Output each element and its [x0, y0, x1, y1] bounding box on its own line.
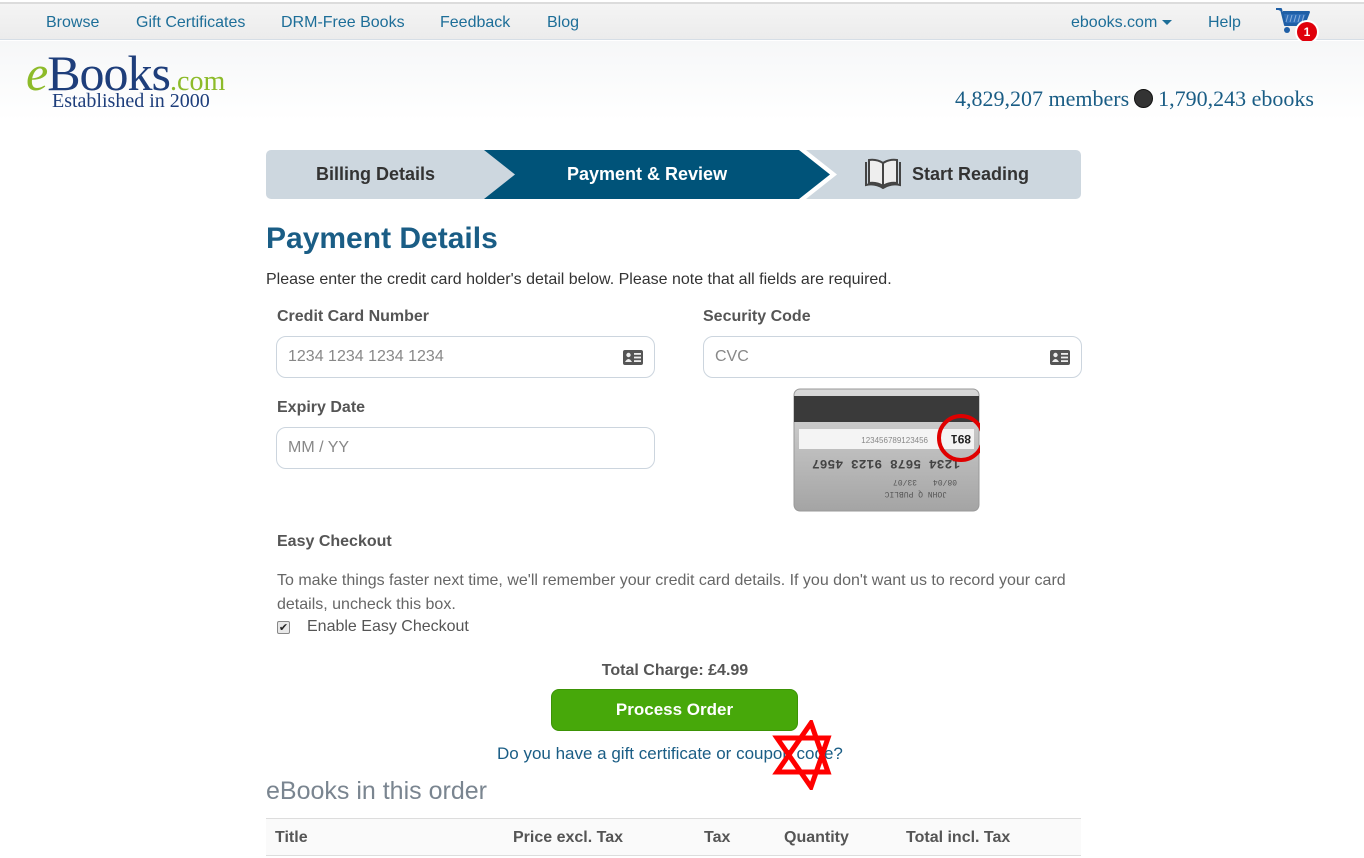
step-billing-label: Billing Details [316, 164, 436, 184]
book-open-icon [865, 158, 901, 190]
step-payment-label: Payment & Review [567, 164, 728, 184]
caret-down-icon [1162, 20, 1173, 26]
nav-feedback[interactable]: Feedback [440, 14, 510, 32]
total-charge: Total Charge: £4.99 [601, 662, 749, 679]
security-code-label: Security Code [703, 308, 811, 325]
members-count: 4,829,207 members [955, 86, 1130, 111]
nav-browse[interactable]: Browse [46, 14, 99, 32]
column-price-excl-tax: Price excl. Tax [513, 829, 623, 846]
column-tax: Tax [704, 829, 731, 846]
site-selector-dropdown[interactable]: ebooks.com [1071, 14, 1173, 32]
page-title: Payment Details [266, 222, 498, 255]
embossed-valid: 33/07 [893, 477, 917, 486]
embossed-expiry: 08/04 [933, 477, 957, 486]
embossed-name: JOHN Q PUBLIC [884, 489, 947, 498]
nav-gift-certificates[interactable]: Gift Certificates [136, 14, 245, 32]
security-code-field[interactable] [703, 336, 1082, 378]
easy-checkout-checkbox[interactable]: ✔ [277, 620, 290, 634]
card-number-label: Credit Card Number [277, 308, 430, 325]
column-title: Title [275, 829, 308, 846]
id-card-icon [1050, 350, 1070, 365]
card-number-field[interactable] [276, 336, 655, 378]
ebooks-logo[interactable]: eBooks.com Established in 2000 [26, 45, 246, 115]
step-start-reading-label: Start Reading [912, 164, 1030, 184]
site-stats: 4,829,207 members 1,790,243 ebooks [955, 86, 1314, 112]
expiry-date-label: Expiry Date [277, 399, 366, 416]
expiry-date-input[interactable] [288, 439, 643, 457]
cart-count-badge: 1 [1297, 22, 1317, 42]
site-selector-label: ebooks.com [1071, 14, 1158, 31]
column-total-incl-tax: Total incl. Tax [906, 829, 1011, 846]
easy-checkout-option[interactable]: ✔ Enable Easy Checkout [277, 618, 469, 636]
process-order-button[interactable]: Process Order [551, 689, 798, 731]
column-quantity: Quantity [784, 829, 849, 846]
security-code-input[interactable] [715, 348, 1070, 366]
order-table-header: Title Price excl. Tax Tax Quantity Total… [266, 818, 1081, 856]
card-number-input[interactable] [288, 348, 643, 366]
nav-drm-free-books[interactable]: DRM-Free Books [281, 14, 405, 32]
id-card-icon [623, 350, 643, 365]
nav-blog[interactable]: Blog [547, 14, 579, 32]
nav-help[interactable]: Help [1208, 14, 1241, 32]
checkout-steps: Billing Details Payment & Review Start R… [266, 150, 1081, 199]
expiry-date-field[interactable] [276, 427, 655, 469]
easy-checkout-title: Easy Checkout [277, 533, 392, 550]
easy-checkout-checkbox-label: Enable Easy Checkout [307, 618, 469, 635]
easy-checkout-text: To make things faster next time, we'll r… [277, 572, 1066, 613]
logo-tagline: Established in 2000 [52, 90, 210, 112]
embossed-card-number: 1234 5678 9123 4567 [812, 456, 960, 471]
top-nav-bar: Browse Gift Certificates DRM-Free Books … [0, 2, 1364, 40]
order-section-title: eBooks in this order [266, 777, 487, 805]
cvc-location-illustration: 123456789123456 891 1234 5678 9123 4567 … [793, 388, 980, 512]
ebooks-count: 1,790,243 ebooks [1158, 86, 1314, 111]
payment-intro-text: Please enter the credit card holder's de… [266, 271, 892, 288]
separator-dot-icon [1134, 89, 1154, 108]
cvc-digits: 891 [951, 432, 971, 446]
cart-button[interactable]: 1 [1275, 6, 1317, 42]
coupon-code-link[interactable]: Do you have a gift certificate or coupon… [497, 744, 843, 764]
signature-digits: 123456789123456 [861, 436, 928, 445]
